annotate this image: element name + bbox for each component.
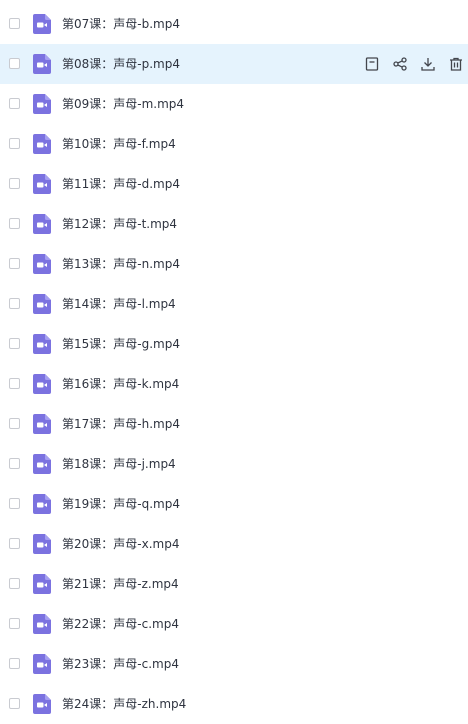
- file-name[interactable]: 第10课：声母-f.mp4: [62, 124, 176, 164]
- file-name[interactable]: 第23课：声母-c.mp4: [62, 644, 179, 684]
- row-actions: [352, 44, 464, 84]
- share-button[interactable]: [392, 56, 408, 72]
- row-checkbox[interactable]: [9, 58, 20, 69]
- file-row[interactable]: 第08课：声母-p.mp4: [0, 44, 468, 84]
- file-name[interactable]: 第18课：声母-j.mp4: [62, 444, 176, 484]
- file-name[interactable]: 第15课：声母-g.mp4: [62, 324, 180, 364]
- video-file-icon: [33, 94, 51, 114]
- file-name[interactable]: 第09课：声母-m.mp4: [62, 84, 184, 124]
- video-file-icon: [33, 294, 51, 314]
- file-name[interactable]: 第16课：声母-k.mp4: [62, 364, 179, 404]
- row-checkbox[interactable]: [9, 658, 20, 669]
- file-row[interactable]: 第13课：声母-n.mp4: [0, 244, 468, 284]
- file-name[interactable]: 第24课：声母-zh.mp4: [62, 684, 186, 724]
- file-name[interactable]: 第13课：声母-n.mp4: [62, 244, 180, 284]
- video-file-icon: [33, 694, 51, 714]
- file-name[interactable]: 第20课：声母-x.mp4: [62, 524, 179, 564]
- video-file-icon: [33, 174, 51, 194]
- file-name[interactable]: 第17课：声母-h.mp4: [62, 404, 180, 444]
- row-checkbox[interactable]: [9, 258, 20, 269]
- file-row[interactable]: 第18课：声母-j.mp4: [0, 444, 468, 484]
- row-checkbox[interactable]: [9, 298, 20, 309]
- row-checkbox[interactable]: [9, 418, 20, 429]
- file-row[interactable]: 第24课：声母-zh.mp4: [0, 684, 468, 724]
- row-checkbox[interactable]: [9, 338, 20, 349]
- file-row[interactable]: 第19课：声母-q.mp4: [0, 484, 468, 524]
- video-file-icon: [33, 334, 51, 354]
- download-button[interactable]: [420, 56, 436, 72]
- row-checkbox[interactable]: [9, 138, 20, 149]
- row-checkbox[interactable]: [9, 578, 20, 589]
- file-row[interactable]: 第10课：声母-f.mp4: [0, 124, 468, 164]
- row-checkbox[interactable]: [9, 458, 20, 469]
- file-row[interactable]: 第09课：声母-m.mp4: [0, 84, 468, 124]
- row-checkbox[interactable]: [9, 378, 20, 389]
- row-checkbox[interactable]: [9, 18, 20, 29]
- video-file-icon: [33, 654, 51, 674]
- delete-button[interactable]: [448, 56, 464, 72]
- video-file-icon: [33, 534, 51, 554]
- file-name[interactable]: 第07课：声母-b.mp4: [62, 4, 180, 44]
- video-file-icon: [33, 494, 51, 514]
- file-row[interactable]: 第11课：声母-d.mp4: [0, 164, 468, 204]
- share-icon: [393, 57, 407, 71]
- video-file-icon: [33, 614, 51, 634]
- video-file-icon: [33, 214, 51, 234]
- file-row[interactable]: 第17课：声母-h.mp4: [0, 404, 468, 444]
- video-file-icon: [33, 254, 51, 274]
- row-checkbox[interactable]: [9, 538, 20, 549]
- video-file-icon: [33, 454, 51, 474]
- row-checkbox[interactable]: [9, 498, 20, 509]
- file-name[interactable]: 第12课：声母-t.mp4: [62, 204, 177, 244]
- row-checkbox[interactable]: [9, 178, 20, 189]
- file-row[interactable]: 第23课：声母-c.mp4: [0, 644, 468, 684]
- save-to-folder-button[interactable]: [364, 56, 380, 72]
- file-row[interactable]: 第16课：声母-k.mp4: [0, 364, 468, 404]
- file-row[interactable]: 第21课：声母-z.mp4: [0, 564, 468, 604]
- file-name[interactable]: 第11课：声母-d.mp4: [62, 164, 180, 204]
- file-row[interactable]: 第14课：声母-l.mp4: [0, 284, 468, 324]
- row-checkbox[interactable]: [9, 218, 20, 229]
- row-checkbox[interactable]: [9, 618, 20, 629]
- file-name[interactable]: 第21课：声母-z.mp4: [62, 564, 179, 604]
- file-row[interactable]: 第20课：声母-x.mp4: [0, 524, 468, 564]
- file-name[interactable]: 第22课：声母-c.mp4: [62, 604, 179, 644]
- video-file-icon: [33, 14, 51, 34]
- file-list: 第07课：声母-b.mp4 第08课：声母-p.mp4 第09课：声母-m.mp…: [0, 4, 468, 724]
- row-checkbox[interactable]: [9, 698, 20, 709]
- download-icon: [421, 58, 435, 71]
- file-name[interactable]: 第14课：声母-l.mp4: [62, 284, 176, 324]
- file-row[interactable]: 第07课：声母-b.mp4: [0, 4, 468, 44]
- file-name[interactable]: 第08课：声母-p.mp4: [62, 44, 180, 84]
- file-row[interactable]: 第22课：声母-c.mp4: [0, 604, 468, 644]
- video-file-icon: [33, 54, 51, 74]
- file-row[interactable]: 第15课：声母-g.mp4: [0, 324, 468, 364]
- video-file-icon: [33, 574, 51, 594]
- row-checkbox[interactable]: [9, 98, 20, 109]
- video-file-icon: [33, 134, 51, 154]
- video-file-icon: [33, 414, 51, 434]
- file-row[interactable]: 第12课：声母-t.mp4: [0, 204, 468, 244]
- file-name[interactable]: 第19课：声母-q.mp4: [62, 484, 180, 524]
- delete-icon: [450, 57, 462, 71]
- save-to-folder-icon: [365, 57, 379, 71]
- video-file-icon: [33, 374, 51, 394]
